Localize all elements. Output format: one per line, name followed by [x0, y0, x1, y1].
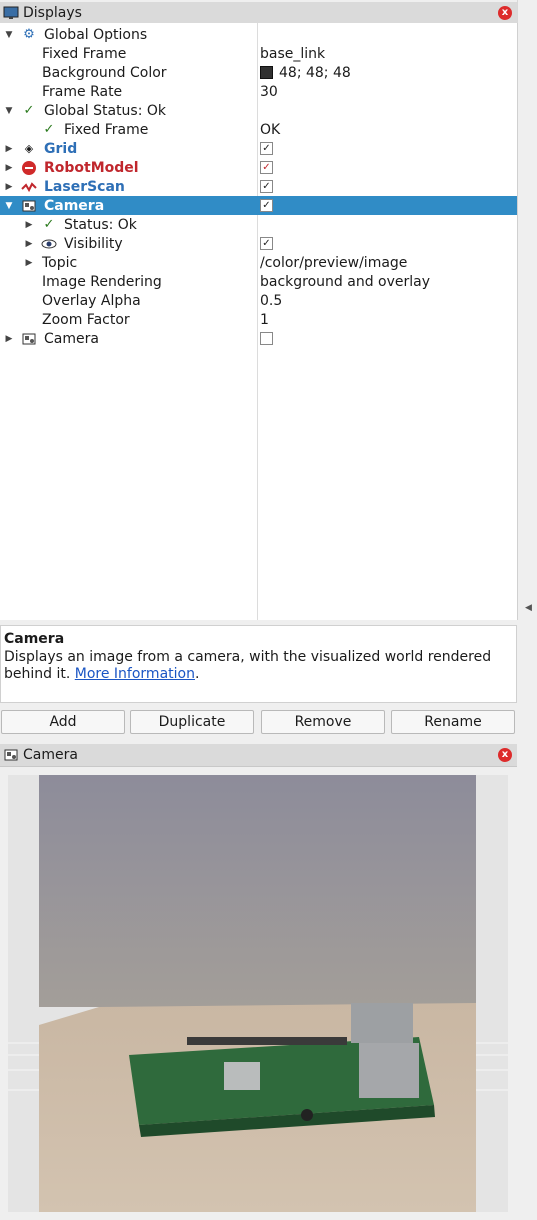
camera-view[interactable] [8, 775, 508, 1212]
row-value[interactable]: /color/preview/image [260, 255, 407, 271]
row-label: Grid [44, 140, 78, 157]
row-label: Fixed Frame [64, 121, 149, 138]
row-label: Overlay Alpha [42, 292, 141, 309]
remove-button[interactable]: Remove [261, 710, 385, 734]
grid-icon: ◈ [24, 142, 34, 155]
collapse-arrow-icon[interactable]: ▶ [5, 163, 13, 173]
row-label: Visibility [64, 235, 123, 252]
tree-row-zoom-factor[interactable]: Zoom Factor 1 [0, 310, 517, 329]
row-value[interactable]: 48; 48; 48 [260, 65, 351, 81]
checkmark-icon: ✓ [43, 122, 55, 137]
tree-row-global-options[interactable]: ▼ ⚙ Global Options [0, 25, 517, 44]
description-title: Camera [4, 631, 65, 647]
checkbox-unchecked[interactable] [260, 332, 273, 345]
camera-icon [22, 333, 36, 344]
row-checkbox[interactable]: ✓ [260, 180, 273, 193]
color-value: 48; 48; 48 [279, 64, 351, 81]
tree-row-robotmodel[interactable]: ▶ RobotModel ✓ [0, 158, 517, 177]
checkbox-checked[interactable]: ✓ [260, 237, 273, 250]
row-label: Zoom Factor [42, 311, 130, 328]
row-value[interactable]: 1 [260, 312, 269, 328]
tree-row-grid[interactable]: ▶ ◈ Grid ✓ [0, 139, 517, 158]
checkmark-icon: ✓ [23, 103, 35, 118]
rename-button[interactable]: Rename [391, 710, 515, 734]
expand-arrow-icon[interactable]: ▼ [5, 106, 13, 116]
collapse-arrow-icon[interactable]: ▶ [5, 182, 13, 192]
description-period: . [194, 666, 200, 682]
expand-arrow-icon[interactable]: ▼ [5, 201, 13, 211]
tree-row-background-color[interactable]: Background Color 48; 48; 48 [0, 63, 517, 82]
panel-title: Displays [23, 5, 82, 21]
camera-image [39, 775, 476, 1212]
row-value[interactable]: base_link [260, 46, 325, 62]
row-label: Camera [44, 197, 105, 214]
close-icon[interactable]: x [498, 748, 512, 762]
checkbox-checked[interactable]: ✓ [260, 180, 273, 193]
checkbox-checked[interactable]: ✓ [260, 142, 273, 155]
description-box: Camera Displays an image from a camera, … [0, 625, 517, 703]
row-label: Fixed Frame [42, 45, 127, 62]
row-label: Camera [44, 330, 99, 347]
row-label: RobotModel [44, 159, 139, 176]
row-label: Background Color [42, 64, 167, 81]
row-checkbox[interactable] [260, 332, 273, 345]
collapse-arrow-icon[interactable]: ◀ [525, 603, 532, 613]
collapse-arrow-icon[interactable]: ▶ [25, 239, 33, 249]
duplicate-button[interactable]: Duplicate [130, 710, 254, 734]
error-icon [22, 160, 36, 175]
row-checkbox[interactable]: ✓ [260, 142, 273, 155]
row-value[interactable]: 0.5 [260, 293, 282, 309]
row-label: Global Status: Ok [44, 102, 167, 119]
row-label: Frame Rate [42, 83, 123, 100]
row-value[interactable]: background and overlay [260, 274, 430, 290]
tree-row-image-rendering[interactable]: Image Rendering background and overlay [0, 272, 517, 291]
row-label: Image Rendering [42, 273, 162, 290]
collapse-arrow-icon[interactable]: ▶ [25, 258, 33, 268]
tree-row-camera-status[interactable]: ▶ ✓ Status: Ok [0, 215, 517, 234]
tree-row-frame-rate[interactable]: Frame Rate 30 [0, 82, 517, 101]
tree-row-topic[interactable]: ▶ Topic /color/preview/image [0, 253, 517, 272]
camera-panel-header: Camera x [0, 744, 517, 767]
row-checkbox[interactable]: ✓ [260, 237, 273, 250]
collapse-arrow-icon[interactable]: ▶ [5, 334, 13, 344]
more-information-link[interactable]: More Information [75, 666, 195, 682]
close-icon[interactable]: x [498, 6, 512, 20]
row-label: Status: Ok [64, 216, 137, 233]
camera-icon [22, 200, 36, 211]
tree-row-overlay-alpha[interactable]: Overlay Alpha 0.5 [0, 291, 517, 310]
gear-icon: ⚙ [23, 27, 35, 42]
dock-side-strip: ◀ [517, 0, 537, 620]
tree-row-global-status[interactable]: ▼ ✓ Global Status: Ok [0, 101, 517, 120]
tree-row-laserscan[interactable]: ▶ LaserScan ✓ [0, 177, 517, 196]
eye-icon [41, 239, 57, 248]
checkmark-icon: ✓ [43, 217, 55, 232]
row-label: LaserScan [44, 178, 125, 195]
collapse-arrow-icon[interactable]: ▶ [5, 144, 13, 154]
panel-title: Camera [23, 747, 78, 763]
laserscan-icon [21, 181, 37, 192]
description-text: Displays an image from a camera, with th… [4, 649, 509, 683]
row-value: OK [260, 121, 281, 138]
add-button[interactable]: Add [1, 710, 125, 734]
tree-row-camera-2[interactable]: ▶ Camera [0, 329, 517, 348]
monitor-icon [3, 6, 19, 19]
tree-row-fixed-frame[interactable]: Fixed Frame base_link [0, 44, 517, 63]
row-checkbox[interactable]: ✓ [260, 199, 273, 212]
camera-icon [4, 749, 18, 761]
tree-row-fixed-frame-status[interactable]: ✓ Fixed Frame OK [0, 120, 517, 139]
row-checkbox[interactable]: ✓ [260, 161, 273, 174]
row-value[interactable]: 30 [260, 84, 278, 100]
row-label: Global Options [44, 26, 148, 43]
tree-row-visibility[interactable]: ▶ Visibility ✓ [0, 234, 517, 253]
color-swatch [260, 66, 273, 79]
expand-arrow-icon[interactable]: ▼ [5, 30, 13, 40]
checkbox-checked[interactable]: ✓ [260, 161, 273, 174]
checkbox-checked[interactable]: ✓ [260, 199, 273, 212]
row-label: Topic [42, 254, 78, 271]
displays-tree: ▼ ⚙ Global Options Fixed Frame base_link… [0, 23, 518, 620]
collapse-arrow-icon[interactable]: ▶ [25, 220, 33, 230]
tree-row-camera-selected[interactable]: ▼ Camera ✓ [0, 196, 517, 215]
displays-panel-header: Displays x [0, 2, 517, 25]
